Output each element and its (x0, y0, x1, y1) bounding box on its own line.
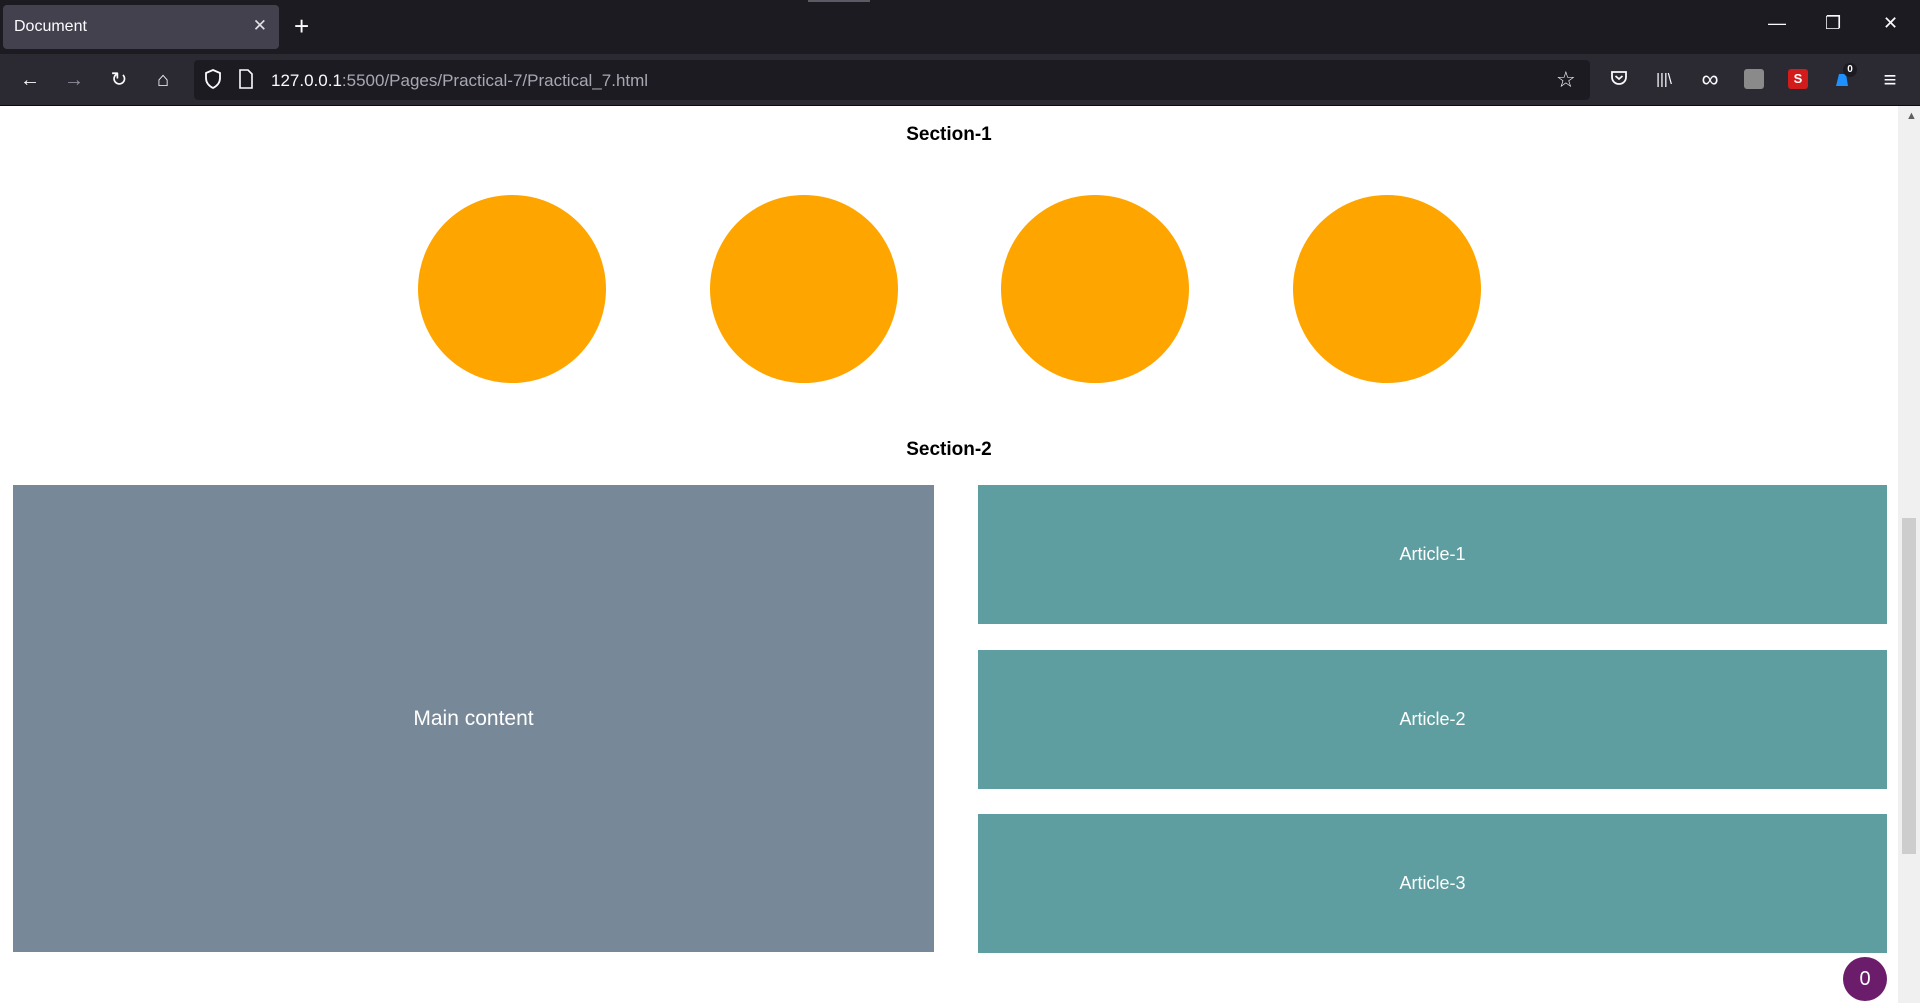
main-content-box: Main content (13, 485, 934, 952)
scroll-up-arrow-icon[interactable]: ▲ (1906, 110, 1917, 122)
circle-1 (418, 195, 606, 383)
article-1-label: Article-1 (1399, 544, 1466, 564)
back-icon[interactable]: ← (18, 68, 42, 92)
extension-badge: 0 (1843, 63, 1857, 77)
new-tab-icon[interactable]: + (294, 12, 309, 40)
circle-2 (710, 195, 898, 383)
minimize-icon[interactable]: — (1768, 13, 1786, 33)
article-3-label: Article-3 (1399, 873, 1466, 893)
url-host: 127.0.0.1 (271, 71, 342, 90)
article-1: Article-1 (978, 485, 1887, 624)
home-icon[interactable]: ⌂ (151, 68, 175, 92)
menu-icon[interactable]: ≡ (1878, 68, 1902, 92)
bookmark-star-icon[interactable]: ☆ (1556, 69, 1576, 91)
article-2-label: Article-2 (1399, 709, 1466, 729)
extension-avatar-icon[interactable] (1744, 69, 1764, 89)
library-icon[interactable]: |||\ (1652, 68, 1676, 92)
drag-indicator (808, 0, 870, 2)
navigation-toolbar: ← → ↻ ⌂ 127.0.0.1:5500/Pages/Practical-7… (0, 54, 1920, 106)
forward-icon[interactable]: → (62, 68, 86, 92)
close-tab-icon[interactable]: ✕ (253, 16, 267, 36)
url-text[interactable]: 127.0.0.1:5500/Pages/Practical-7/Practic… (271, 71, 648, 91)
shield-icon[interactable] (204, 69, 222, 94)
scrollbar-thumb[interactable] (1902, 518, 1916, 854)
article-3: Article-3 (978, 814, 1887, 953)
tab-document[interactable]: Document ✕ (3, 5, 279, 49)
pocket-icon[interactable] (1607, 68, 1631, 92)
address-bar[interactable]: 127.0.0.1:5500/Pages/Practical-7/Practic… (194, 60, 1590, 100)
extension-s-icon[interactable]: S (1788, 69, 1808, 89)
reload-icon[interactable]: ↻ (107, 68, 131, 92)
page-info-icon[interactable] (238, 69, 254, 94)
main-content-label: Main content (413, 706, 534, 730)
url-path: :5500/Pages/Practical-7/Practical_7.html (341, 71, 649, 90)
close-window-icon[interactable]: ✕ (1883, 13, 1898, 33)
counter-bubble[interactable]: 0 (1843, 957, 1887, 1001)
article-2: Article-2 (978, 650, 1887, 789)
section-1-title: Section-1 (906, 124, 992, 145)
tab-title: Document (14, 18, 87, 35)
circle-3 (1001, 195, 1189, 383)
restore-icon[interactable]: ❐ (1825, 13, 1841, 33)
private-mask-icon[interactable]: ∞ (1698, 68, 1722, 92)
section-2-title: Section-2 (906, 439, 992, 460)
tab-strip: Document ✕ + — ❐ ✕ (0, 0, 1920, 54)
circle-4 (1293, 195, 1481, 383)
